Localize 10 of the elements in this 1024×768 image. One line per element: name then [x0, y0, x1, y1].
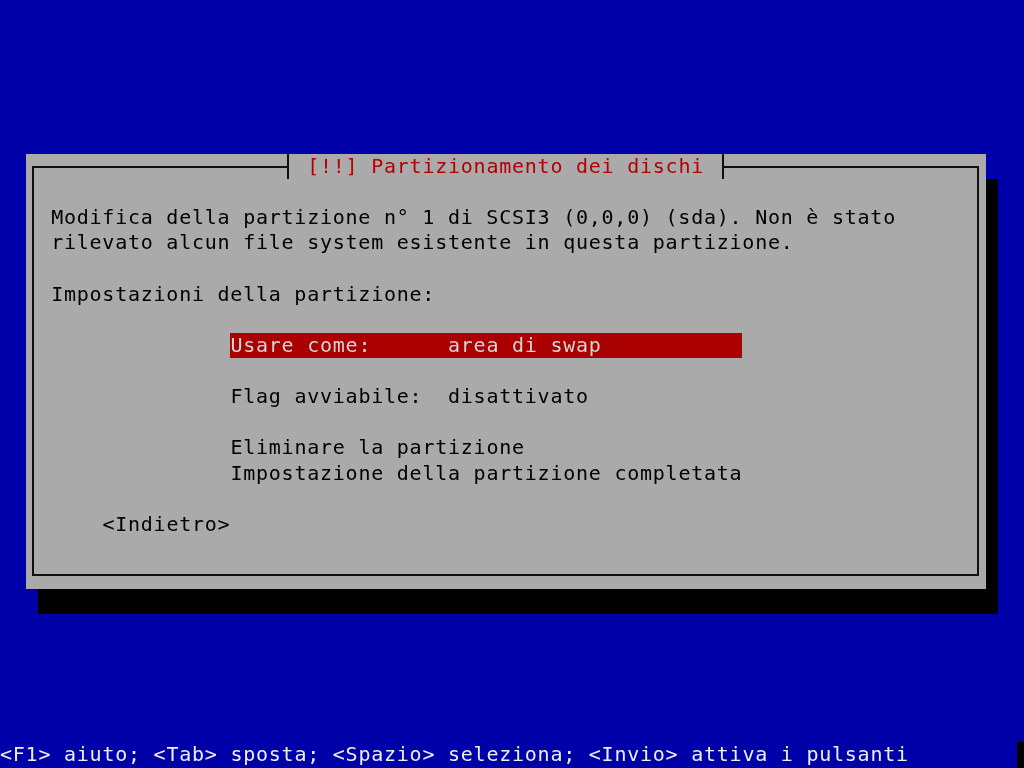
menu-item[interactable]: Impostazione della partizione completata	[230, 460, 743, 487]
dialog-message: Modifica della partizione n° 1 di SCSI3 (0,0,0) (sda). Non è stato rilevato alcun file system esistente in questa partizione.	[51, 204, 897, 256]
prompt-text: Impostazioni della partizione:	[51, 281, 436, 308]
dialog-title: [!!] Partizionamento dei dischi	[287, 153, 725, 180]
text-cursor-icon	[1017, 742, 1024, 768]
key-hints-text: <F1> aiuto; <Tab> sposta; <Spazio> seleziona; <Invio> attiva i pulsanti	[0, 742, 909, 768]
menu-item[interactable]: Eliminare la partizione	[230, 435, 743, 461]
back-button[interactable]: <Indietro>	[102, 511, 231, 538]
menu-item[interactable]: Usare come: area di swap	[230, 332, 743, 359]
menu-item[interactable]: Flag avviabile: disattivato	[230, 383, 743, 410]
